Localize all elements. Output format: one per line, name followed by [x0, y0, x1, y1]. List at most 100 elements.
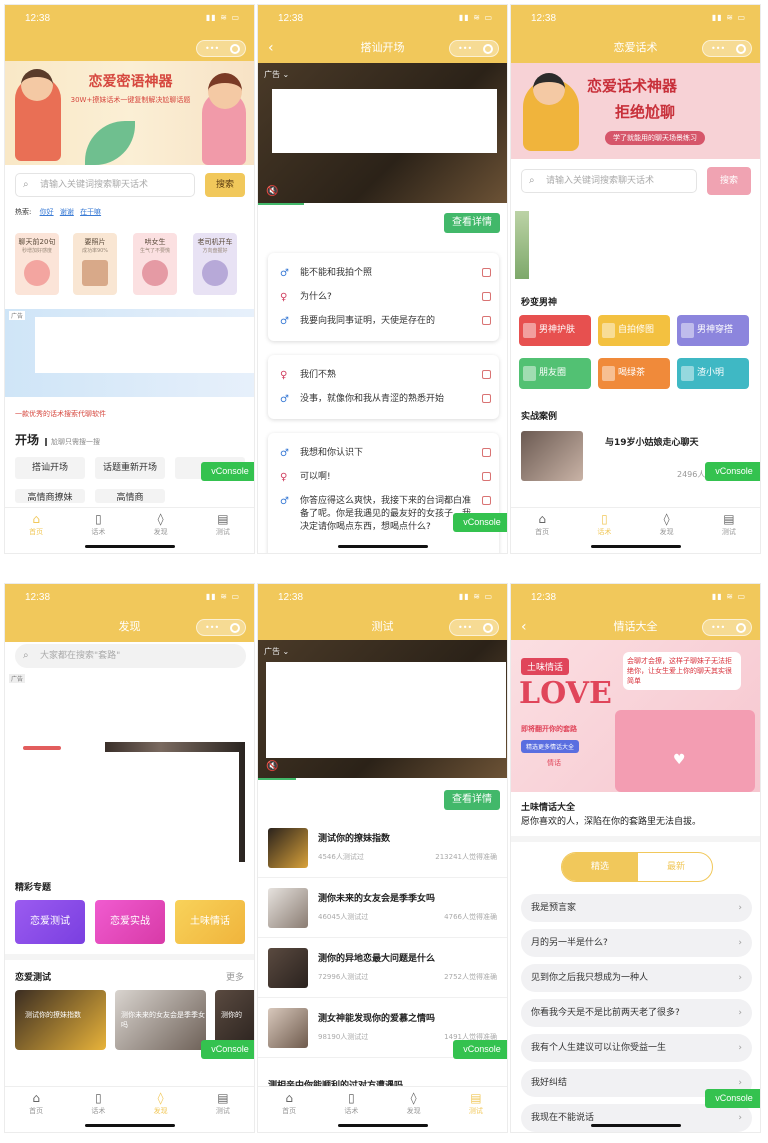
vconsole-button[interactable]: vConsole — [705, 462, 760, 481]
search-input[interactable]: ⌕ 请输入关键词搜索聊天话术 — [521, 169, 697, 193]
dialog-line[interactable]: ♂ 我想和你认识下 — [280, 447, 491, 460]
search-input[interactable]: ⌕ 大家都在搜索"套路" — [15, 644, 246, 668]
search-input[interactable]: ⌕ 请输入关键词搜索聊天话术 — [15, 173, 195, 197]
hot-item[interactable]: 你好 — [40, 208, 54, 216]
feature-card[interactable]: 老司机开车 方向盘握好 — [193, 233, 237, 295]
tab-test[interactable]: ▤ 测试 — [698, 508, 760, 553]
more-icon[interactable]: ••• — [205, 620, 219, 635]
more-icon[interactable]: ••• — [458, 620, 472, 635]
ad-area[interactable]: 广告 — [5, 672, 254, 866]
more-icon[interactable]: ••• — [711, 41, 725, 56]
close-circle-icon[interactable] — [736, 623, 746, 633]
menu-capsule[interactable]: ••• — [702, 40, 752, 57]
copy-icon[interactable] — [482, 292, 491, 301]
copy-icon[interactable] — [482, 472, 491, 481]
phrase-item[interactable]: 月的另一半是什么? › — [521, 929, 752, 957]
hot-item[interactable]: 在干嘛 — [80, 208, 101, 216]
vconsole-button[interactable]: vConsole — [201, 462, 254, 481]
phrase-item[interactable]: 见到你之后我只想成为一种人 › — [521, 964, 752, 992]
feature-card[interactable]: 聊天前20句 秒增加好感度 — [15, 233, 59, 295]
topic-button[interactable]: 土味情话 — [175, 900, 245, 944]
video-ad[interactable]: 广告 ⌄ 🔇 — [258, 63, 507, 203]
phrase-item[interactable]: 你看我今天是不是比前两天老了很多? › — [521, 999, 752, 1027]
tab-home[interactable]: ⌂ 首页 — [5, 508, 67, 553]
category-tile[interactable]: 男神护肤 — [519, 315, 591, 346]
vconsole-button[interactable]: vConsole — [705, 1089, 760, 1108]
more-icon[interactable]: ••• — [458, 41, 472, 56]
ad-banner[interactable]: 广告 — [5, 309, 254, 397]
segment-featured[interactable]: 精选 — [562, 853, 638, 881]
phrase-item[interactable]: 我现在不能说话 › — [521, 1104, 752, 1132]
segment-latest[interactable]: 最新 — [638, 853, 712, 881]
search-button[interactable]: 搜索 — [205, 173, 245, 197]
banner-button[interactable]: 精选更多情话大全 — [521, 740, 580, 753]
topic-button[interactable]: 恋爱实战 — [95, 900, 165, 944]
dialog-line[interactable]: ♀ 为什么? — [280, 291, 491, 304]
back-icon[interactable]: ‹ — [268, 33, 274, 63]
tab-home[interactable]: ⌂ 首页 — [5, 1087, 67, 1132]
more-icon[interactable]: ••• — [711, 620, 725, 635]
more-link[interactable]: 更多 — [226, 970, 244, 983]
view-details-button[interactable]: 查看详情 — [444, 213, 500, 233]
close-circle-icon[interactable] — [230, 623, 240, 633]
vconsole-button[interactable]: vConsole — [453, 1040, 507, 1059]
menu-capsule[interactable]: ••• — [702, 619, 752, 636]
mute-icon[interactable]: 🔇 — [266, 186, 278, 197]
category-tile[interactable]: 朋友圈 — [519, 358, 591, 389]
dialog-line[interactable]: ♀ 我们不熟 — [280, 369, 491, 382]
menu-capsule[interactable]: ••• — [196, 40, 246, 57]
topic-tag[interactable]: 高情商撩妹 — [15, 489, 85, 503]
test-card[interactable]: 测你未来的女友会是季季女吗 — [115, 990, 206, 1050]
hot-item[interactable]: 谢谢 — [60, 208, 74, 216]
scripts-banner[interactable]: 恋爱话术神器 拒绝尬聊 学了就能用的聊天场景练习 — [511, 63, 760, 159]
test-row[interactable]: 测你的异地恋最大问题是什么 72996人测试过 2752人觉得准确 — [258, 938, 507, 998]
dialog-line[interactable]: ♂ 我要向我同事证明，天使是存在的 — [280, 315, 491, 328]
tab-test[interactable]: ▤ 测试 — [445, 1087, 507, 1132]
copy-icon[interactable] — [482, 448, 491, 457]
vconsole-button[interactable]: vConsole — [453, 513, 507, 532]
copy-icon[interactable] — [482, 496, 491, 505]
close-circle-icon[interactable] — [483, 44, 493, 54]
close-circle-icon[interactable] — [736, 44, 746, 54]
topic-tag[interactable]: 高情商 — [95, 489, 165, 503]
copy-icon[interactable] — [482, 370, 491, 379]
home-banner[interactable]: 恋爱密语神器 30W+撩妹话术一键复制解决尬聊话题 — [5, 61, 254, 165]
more-icon[interactable]: ••• — [205, 41, 219, 56]
category-tile[interactable]: 喝绿茶 — [598, 358, 670, 389]
tab-test[interactable]: ▤ 测试 — [192, 508, 254, 553]
topic-tag[interactable]: 搭讪开场 — [15, 457, 85, 479]
feature-card[interactable]: 哄女生 生气了不要慌 — [133, 233, 177, 295]
search-button[interactable]: 搜索 — [707, 167, 751, 195]
test-card[interactable]: 测试你的撩妹指数 — [15, 990, 106, 1050]
category-tile[interactable]: 渣小明 — [677, 358, 749, 389]
topic-tag[interactable]: 话题重新开场 — [95, 457, 165, 479]
close-circle-icon[interactable] — [483, 623, 493, 633]
dialog-line[interactable]: ♀ 可以啊! — [280, 471, 491, 484]
view-details-button[interactable]: 查看详情 — [444, 790, 500, 810]
close-circle-icon[interactable] — [230, 44, 240, 54]
dialog-line[interactable]: ♂ 能不能和我拍个照 — [280, 267, 491, 280]
test-row[interactable]: 测你未来的女友会是季季女吗 46045人测试过 4766人觉得准确 — [258, 878, 507, 938]
video-ad[interactable]: 广告 ⌄ 🔇 — [258, 640, 507, 778]
tab-test[interactable]: ▤ 测试 — [192, 1087, 254, 1132]
love-banner[interactable]: 土味情话 LOVE 即将翻开你的套路 精选更多情话大全 情话 会聊才会撩，这样子… — [511, 640, 760, 792]
ad-thumbnail[interactable] — [515, 211, 529, 279]
menu-capsule[interactable]: ••• — [196, 619, 246, 636]
category-tile[interactable]: 男神穿搭 — [677, 315, 749, 346]
test-row[interactable]: 测相亲中你能顺利的过对方遭遇吗 — [258, 1058, 507, 1088]
vconsole-button[interactable]: vConsole — [201, 1040, 254, 1059]
tab-home[interactable]: ⌂ 首页 — [511, 508, 573, 553]
tab-home[interactable]: ⌂ 首页 — [258, 1087, 320, 1132]
dialog-line[interactable]: ♂ 没事，就像你和我从青涩的熟悉开始 — [280, 393, 491, 406]
copy-icon[interactable] — [482, 268, 491, 277]
menu-capsule[interactable]: ••• — [449, 40, 499, 57]
phrase-item[interactable]: 我有个人生建议可以让你受益一生 › — [521, 1034, 752, 1062]
phrase-item[interactable]: 我是预言家 › — [521, 894, 752, 922]
feature-card[interactable]: 要照片 成功率90% — [73, 233, 117, 295]
dialog-line[interactable]: ♂ 你答应得这么爽快，我接下来的台词都白准备了呢。你是我遇见的最友好的女孩子，我决… — [280, 495, 491, 534]
test-row[interactable]: 测试你的撩妹指数 4546人测试过 213241人觉得准确 — [258, 818, 507, 878]
topic-button[interactable]: 恋爱测试 — [15, 900, 85, 944]
menu-capsule[interactable]: ••• — [449, 619, 499, 636]
copy-icon[interactable] — [482, 394, 491, 403]
category-tile[interactable]: 自拍修图 — [598, 315, 670, 346]
